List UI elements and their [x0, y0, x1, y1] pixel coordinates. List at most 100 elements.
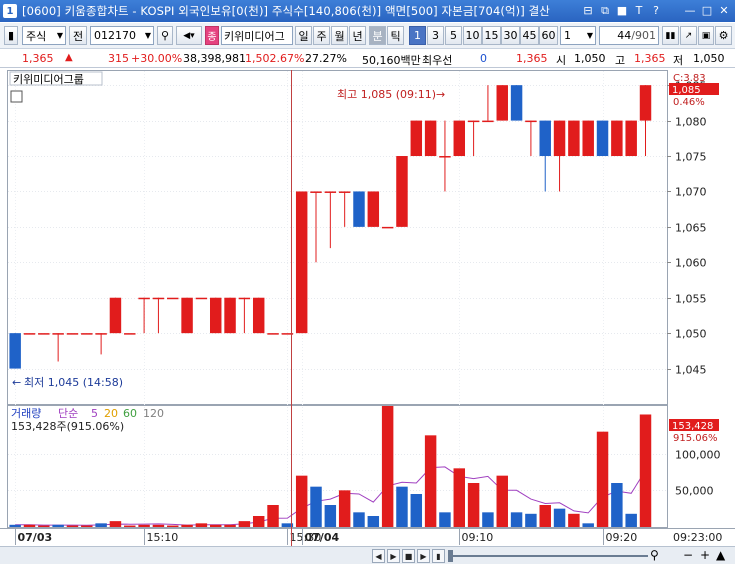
- zoom-minus-icon[interactable]: −: [683, 548, 693, 562]
- candle: [496, 85, 508, 121]
- candle: [295, 191, 308, 334]
- volume-bar: [582, 523, 594, 527]
- candle-body: [496, 85, 508, 121]
- font-button[interactable]: T: [632, 3, 646, 18]
- volume-tick-label: 50,000: [675, 485, 714, 498]
- period-day[interactable]: 일: [295, 26, 312, 45]
- period-year[interactable]: 년: [349, 26, 366, 45]
- trend-icon[interactable]: ↗: [680, 26, 697, 45]
- zoom-out-icon[interactable]: ⚲: [650, 548, 659, 562]
- candle: [195, 297, 208, 300]
- volume-bar: [38, 525, 50, 527]
- volume-bar: [109, 521, 122, 527]
- candle-body: [267, 333, 279, 335]
- dock-button[interactable]: ⊟: [581, 3, 595, 18]
- candle: [66, 333, 79, 335]
- candle-body: [611, 120, 623, 157]
- candle-body: [52, 333, 64, 335]
- zoom-slider[interactable]: [448, 555, 648, 557]
- page-field[interactable]: 44/901: [599, 26, 659, 45]
- volume-bar: [639, 414, 652, 527]
- zoom-plus-icon[interactable]: +: [700, 548, 710, 562]
- help-button[interactable]: ?: [649, 3, 663, 18]
- save-icon[interactable]: ▣: [698, 26, 714, 45]
- candle: [38, 333, 50, 335]
- skip-icon[interactable]: ▶: [417, 549, 430, 563]
- period-minute[interactable]: 분: [369, 26, 386, 45]
- tile-button[interactable]: ⧉: [598, 3, 612, 18]
- pin-button[interactable]: ■: [615, 3, 629, 18]
- interval-10[interactable]: 10: [463, 26, 482, 45]
- candle: [23, 333, 36, 335]
- period-month[interactable]: 월: [331, 26, 348, 45]
- interval-1[interactable]: 1: [409, 26, 426, 45]
- interval-60[interactable]: 60: [539, 26, 558, 45]
- minimize-button[interactable]: —: [683, 3, 697, 18]
- candle-icon[interactable]: ▮▮: [662, 26, 679, 45]
- stock-code-input[interactable]: 012170 ▼: [90, 26, 154, 45]
- panel-toggle-icon[interactable]: ▮: [4, 26, 18, 45]
- candle: [396, 156, 408, 227]
- search-icon[interactable]: ⚲: [157, 26, 173, 45]
- volume-bar: [81, 525, 93, 527]
- volume-bar: [496, 475, 508, 527]
- price-tick-label: 1,080: [675, 116, 707, 129]
- ask-price: 1,365: [516, 52, 548, 65]
- volume-info: 153,428주(915.06%): [11, 420, 124, 433]
- candle-body: [209, 297, 222, 334]
- candle: [381, 226, 394, 229]
- candle-body: [167, 297, 179, 300]
- stock-name-field[interactable]: 키위미디어그: [221, 26, 293, 45]
- interval-3[interactable]: 3: [427, 26, 444, 45]
- volume-bar: [181, 524, 193, 527]
- candle-body: [138, 297, 150, 300]
- quote-bar: 1,365 ▲ 315 +30.00% 38,398,981 1,502.67%…: [0, 50, 735, 68]
- period-week[interactable]: 주: [313, 26, 330, 45]
- time-axis-end: 09:23:00: [673, 531, 722, 544]
- grid-toggle-icon[interactable]: [10, 90, 23, 103]
- scroll-bar[interactable]: ◀ ▶ ■ ▶ ▮ ⚲ − + ▲: [0, 546, 735, 564]
- scroll-left-icon[interactable]: ◀: [372, 549, 385, 563]
- volume-bar: [324, 505, 337, 527]
- period-tick[interactable]: 틱: [387, 26, 404, 45]
- chart-area[interactable]: 1,045 1,050 1,055 1,060 1,065 1,070 1,075 1,080…: [0, 69, 735, 546]
- interval-15[interactable]: 15: [482, 26, 501, 45]
- volume-bar: [9, 524, 21, 527]
- price-tick-label: 1,045: [675, 364, 707, 377]
- volume-bar: [195, 523, 208, 527]
- ma-label: 단순: [58, 407, 78, 420]
- end-icon[interactable]: ▮: [432, 549, 445, 563]
- volume-bar: [124, 525, 136, 527]
- market-select[interactable]: 주식 ▼: [22, 26, 66, 45]
- volume-bar: [295, 475, 308, 527]
- volume-bar: [611, 483, 623, 527]
- interval-30[interactable]: 30: [501, 26, 520, 45]
- candle-body: [295, 191, 308, 334]
- zoom-reset-icon[interactable]: ▲: [716, 548, 725, 562]
- stop-icon[interactable]: ■: [402, 549, 415, 563]
- settings-icon[interactable]: ⚙: [715, 26, 732, 45]
- chart-toolbar: ▮ 주식 ▼ 전 012170 ▼ ⚲ ◀▾ 종 키위미디어그 일 주 월 년 분 …: [0, 23, 735, 49]
- volume-bar: [66, 525, 79, 527]
- interval-45[interactable]: 45: [520, 26, 539, 45]
- right-arrow-icon: →: [436, 88, 445, 101]
- volume-bar: [424, 435, 437, 527]
- play-icon[interactable]: ▶: [387, 549, 400, 563]
- volume-bar: [525, 513, 537, 527]
- maximize-button[interactable]: □: [700, 3, 714, 18]
- close-button[interactable]: ✕: [717, 3, 731, 18]
- zoom-slider-thumb[interactable]: [448, 550, 453, 562]
- all-button[interactable]: 전: [69, 26, 87, 45]
- price-pct: 0.46%: [673, 97, 705, 108]
- trade-amount: 50,160백만: [362, 54, 421, 67]
- unit-spinner[interactable]: 1 ▼: [560, 26, 596, 45]
- time-tick-label: 09:10: [462, 531, 494, 544]
- min-price-note: 최저 1,045 (14:58): [24, 376, 123, 389]
- candle: [410, 120, 423, 157]
- volume-tag: 153,428: [672, 421, 713, 432]
- volume-bar: [310, 486, 322, 527]
- sound-icon[interactable]: ◀▾: [176, 26, 202, 45]
- candle-body: [453, 120, 466, 157]
- candle: [625, 120, 637, 157]
- interval-5[interactable]: 5: [445, 26, 462, 45]
